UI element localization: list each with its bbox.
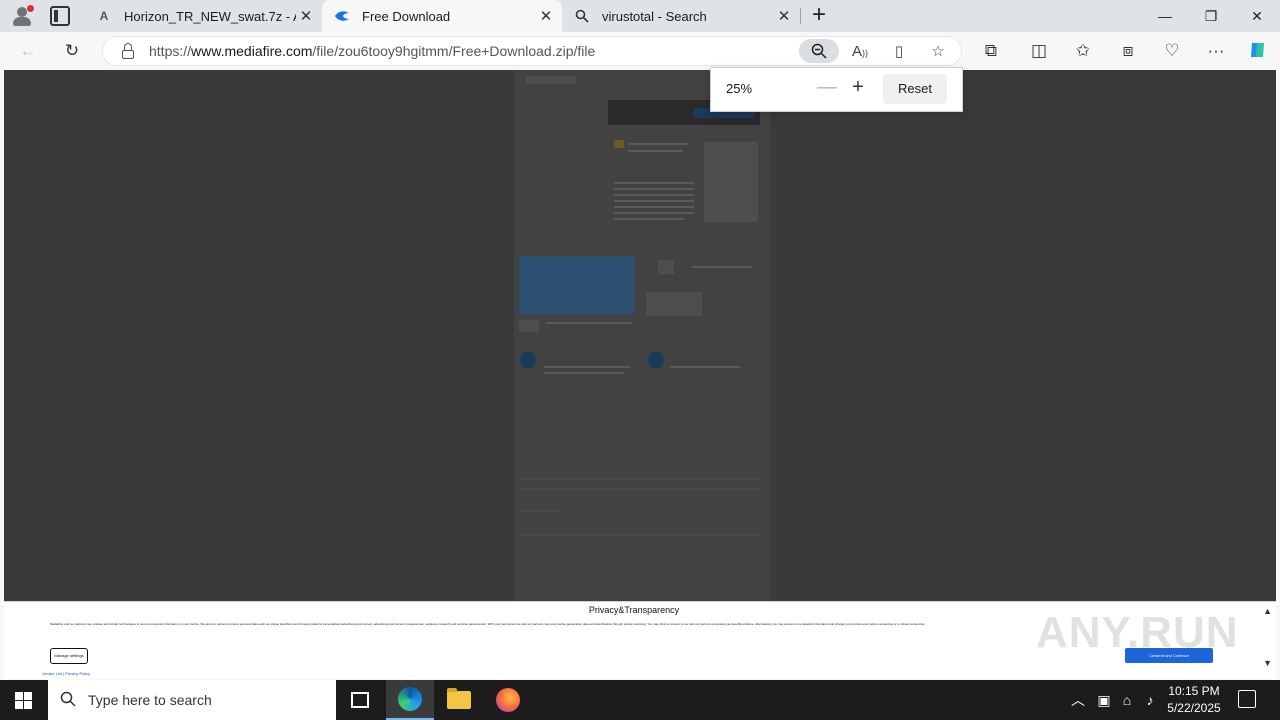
address-bar[interactable]: https://www.mediafire.com/file/zou6tooy9… <box>102 36 962 66</box>
favorite-star-icon[interactable]: ☆ <box>927 41 949 63</box>
zoom-level: 25% <box>726 81 753 96</box>
split-screen-icon[interactable]: ◫ <box>1028 40 1050 62</box>
zoom-out-button[interactable]: — <box>817 77 837 99</box>
tab-label: Free Download <box>362 8 451 24</box>
folder-icon <box>447 688 471 709</box>
search-placeholder: Type here to search <box>88 692 212 708</box>
more-menu-icon[interactable]: ··· <box>1205 40 1227 62</box>
clock-time: 10:15 PM <box>1168 684 1220 698</box>
close-icon[interactable]: ✕ <box>296 7 316 25</box>
url-text[interactable]: https://www.mediafire.com/file/zou6tooy9… <box>149 43 595 59</box>
start-button[interactable] <box>0 680 48 720</box>
task-view-icon <box>351 692 369 708</box>
mediafire-logo <box>526 76 576 84</box>
tab-separator <box>800 8 801 24</box>
page-viewport[interactable] <box>4 70 1276 602</box>
scroll-down-icon[interactable]: ▼ <box>1263 658 1272 668</box>
zoomed-page-content <box>514 70 770 602</box>
taskbar-firefox[interactable] <box>484 680 532 720</box>
mediafire-icon <box>334 8 350 24</box>
zoom-flyout: 25% — + Reset <box>710 67 963 112</box>
read-aloud-icon[interactable]: A)) <box>849 41 871 63</box>
tab-actions-icon[interactable] <box>50 6 70 26</box>
zoom-in-button[interactable]: + <box>848 77 868 99</box>
lock-icon[interactable] <box>121 43 135 59</box>
privacy-links[interactable]: Vendor List | Privacy Policy <box>42 671 90 676</box>
zoom-out-magnifier-icon[interactable] <box>799 39 839 63</box>
mediafire-app-icon <box>520 352 536 368</box>
scan-icon <box>658 260 674 274</box>
zip-icon <box>614 140 624 148</box>
taskbar-search[interactable]: Type here to search <box>48 680 336 720</box>
collections-icon[interactable]: ⧈ <box>1117 40 1139 62</box>
restore-button[interactable]: ❐ <box>1188 0 1234 32</box>
notifications-icon[interactable] <box>1238 690 1256 708</box>
tab-strip: A Horizon_TR_NEW_swat.7z - Akira ✕ Free … <box>0 0 1280 32</box>
tab-label: virustotal - Search <box>602 8 707 24</box>
clock-date: 5/22/2025 <box>1167 701 1221 715</box>
extensions-icon[interactable]: ⧉ <box>980 40 1002 62</box>
taskbar-edge[interactable] <box>386 680 434 720</box>
tab-akira[interactable]: A Horizon_TR_NEW_swat.7z - Akira ✕ <box>84 0 322 32</box>
close-icon[interactable]: ✕ <box>536 7 556 25</box>
sidebar-box <box>704 142 758 222</box>
device-icon[interactable]: ▣ <box>1094 680 1114 720</box>
task-view-button[interactable] <box>336 680 384 720</box>
volume-icon[interactable]: ♪ <box>1140 680 1160 720</box>
zoom-reset-button[interactable]: Reset <box>883 74 947 104</box>
network-icon[interactable]: ⌂ <box>1117 680 1137 720</box>
immersive-reader-icon[interactable]: ▯ <box>888 41 910 63</box>
edge-promo-icon <box>648 352 664 368</box>
tab-virustotal[interactable]: virustotal - Search ✕ <box>562 0 800 32</box>
taskbar-file-explorer[interactable] <box>435 680 483 720</box>
copilot-icon[interactable] <box>1247 40 1269 62</box>
tab-free-download[interactable]: Free Download ✕ <box>322 0 562 32</box>
back-arrow-icon[interactable]: ← <box>17 40 39 62</box>
world-map <box>519 256 634 314</box>
edge-icon <box>398 687 422 711</box>
system-clock[interactable]: 10:15 PM 5/22/2025 <box>1160 683 1228 717</box>
refresh-icon[interactable]: ↻ <box>61 40 83 62</box>
tab-label: Horizon_TR_NEW_swat.7z - Akira <box>124 8 296 24</box>
close-icon[interactable]: ✕ <box>774 7 794 25</box>
scroll-up-icon[interactable]: ▲ <box>1263 606 1272 616</box>
search-icon <box>60 691 76 711</box>
browser-essentials-icon[interactable]: ♡ <box>1161 40 1183 62</box>
info-box <box>646 292 702 316</box>
firefox-icon <box>496 688 520 712</box>
browser-window: A Horizon_TR_NEW_swat.7z - Akira ✕ Free … <box>0 0 1280 720</box>
close-window-button[interactable]: ✕ <box>1234 0 1280 32</box>
windows-logo-icon <box>15 692 32 709</box>
navigation-toolbar: ← ↻ https://www.mediafire.com/file/zou6t… <box>0 32 1280 70</box>
akira-icon: A <box>99 9 109 23</box>
new-tab-button[interactable]: + <box>808 3 830 28</box>
manage-settings-button[interactable]: Manage settings <box>50 648 88 664</box>
minimize-button[interactable]: — <box>1142 0 1188 32</box>
show-hidden-icons-chevron-icon[interactable]: ︿ <box>1068 680 1088 720</box>
us-flag <box>519 320 539 332</box>
anyrun-watermark: ANY.RUN <box>1036 608 1239 657</box>
favorites-icon[interactable]: ✩ <box>1072 40 1094 62</box>
windows-taskbar: Type here to search ︿ ▣ ⌂ ♪ 10:15 PM 5/2… <box>0 680 1280 720</box>
search-icon <box>574 8 590 24</box>
profile-avatar-icon[interactable] <box>10 5 34 27</box>
